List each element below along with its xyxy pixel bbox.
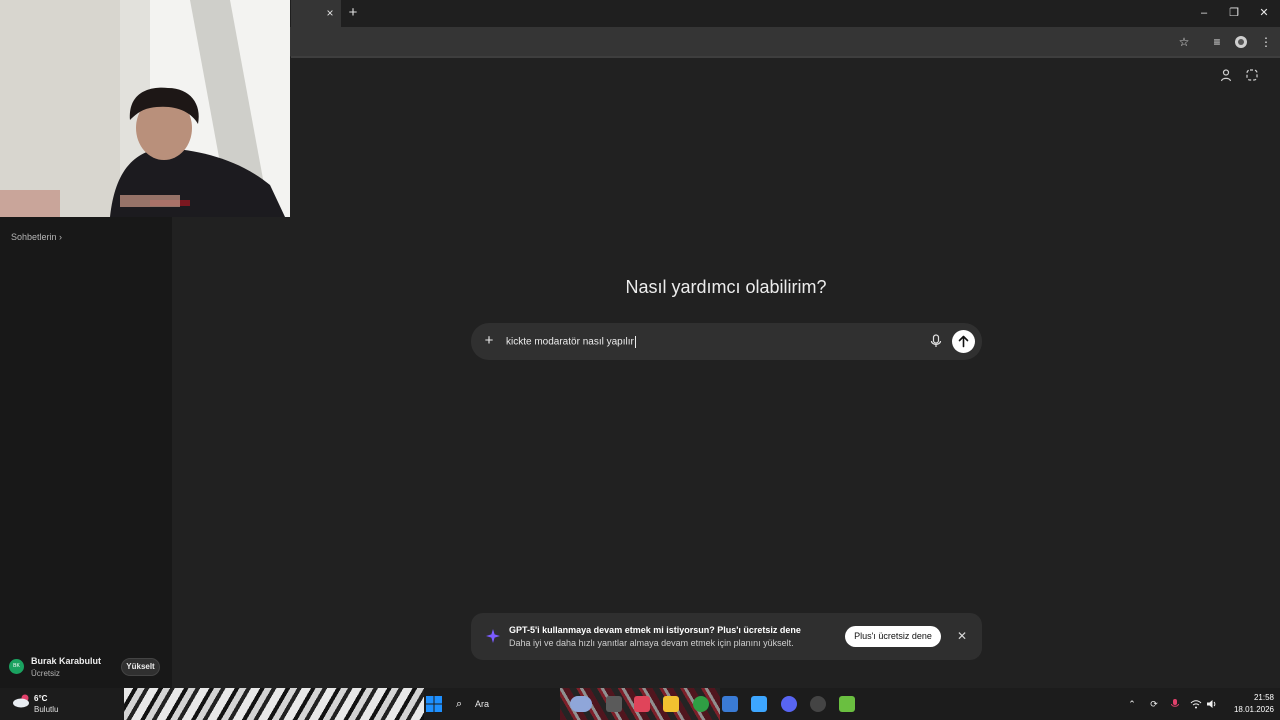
app-icon[interactable]: [839, 696, 855, 712]
sparkle-icon: [486, 629, 500, 643]
arrow-up-icon: [958, 335, 969, 348]
share-profile-icon[interactable]: [1219, 68, 1233, 82]
sidebar-chats-link[interactable]: Sohbetlerin ›: [11, 232, 62, 242]
taskbar-wallpaper-art: [124, 688, 424, 720]
close-icon[interactable]: ✕: [955, 629, 969, 643]
user-plan: Ücretsiz: [31, 669, 60, 678]
upgrade-button[interactable]: Yükselt: [121, 658, 160, 676]
send-button[interactable]: [952, 330, 975, 353]
search-icon[interactable]: ⌕: [456, 697, 470, 711]
new-tab-button[interactable]: +: [346, 5, 360, 21]
extension-icon[interactable]: [1233, 34, 1249, 50]
app-icon[interactable]: [810, 696, 826, 712]
volume-icon[interactable]: [1206, 698, 1218, 710]
chrome-icon[interactable]: [693, 696, 709, 712]
clock-date[interactable]: 18.01.2026: [1224, 705, 1274, 714]
sidebar: [0, 217, 172, 688]
file-explorer-icon[interactable]: [663, 696, 679, 712]
clock-time[interactable]: 21:58: [1238, 693, 1274, 702]
banner-subtitle: Daha iyi ve daha hızlı yanıtlar almaya d…: [509, 638, 794, 648]
avatar[interactable]: BK: [9, 659, 24, 674]
minimize-button[interactable]: –: [1196, 5, 1212, 21]
prompt-input-value: kickte modaratör nasıl yapılır: [506, 336, 634, 348]
sync-icon[interactable]: ⟳: [1148, 698, 1160, 710]
store-icon[interactable]: [722, 696, 738, 712]
prompt-input[interactable]: kickte modaratör nasıl yapılır: [506, 336, 636, 348]
toolbar-divider: [291, 56, 1280, 58]
text-caret: [634, 336, 636, 348]
weather-description[interactable]: Bulutlu: [34, 705, 58, 714]
close-window-button[interactable]: ✕: [1256, 5, 1272, 21]
microphone-tray-icon[interactable]: [1169, 698, 1181, 710]
try-plus-button[interactable]: Plus'ı ücretsiz dene: [845, 626, 941, 647]
add-attachment-button[interactable]: +: [482, 333, 496, 349]
wifi-icon[interactable]: [1190, 698, 1202, 710]
taskbar-search-label[interactable]: Ara: [475, 699, 489, 709]
media-controls-icon[interactable]: ≡: [1209, 34, 1225, 50]
webcam-overlay: [0, 0, 290, 217]
copilot-app-icon[interactable]: [570, 696, 592, 712]
app-icon[interactable]: [634, 696, 650, 712]
weather-temperature[interactable]: 6°C: [34, 694, 47, 703]
user-name[interactable]: Burak Karabulut: [31, 656, 101, 666]
windows-start-icon[interactable]: [426, 696, 442, 712]
tab-close-icon[interactable]: ×: [323, 6, 337, 20]
bookmark-star-icon[interactable]: ☆: [1176, 34, 1192, 50]
page-title: Nasıl yardımcı olabilirim?: [625, 277, 827, 297]
banner-title: GPT-5'i kullanmaya devam etmek mi istiyo…: [509, 625, 801, 635]
chevron-up-icon[interactable]: ⌃: [1126, 698, 1138, 710]
browser-menu-icon[interactable]: ⋮: [1258, 34, 1274, 50]
cloud-weather-icon[interactable]: [12, 694, 32, 708]
discord-icon[interactable]: [781, 696, 797, 712]
microphone-icon[interactable]: [929, 333, 943, 349]
app-icon[interactable]: [751, 696, 767, 712]
task-view-icon[interactable]: [606, 696, 622, 712]
maximize-button[interactable]: ❐: [1226, 5, 1242, 21]
temporary-chat-icon[interactable]: [1245, 68, 1259, 82]
